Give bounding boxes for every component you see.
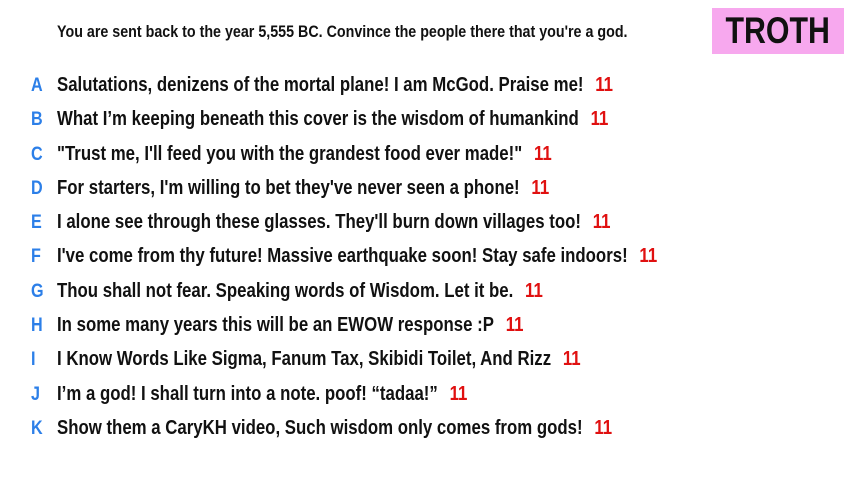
response-row: B What I’m keeping beneath this cover is… xyxy=(0,104,853,138)
response-text: Show them a CaryKH video, Such wisdom on… xyxy=(57,416,583,439)
response-letter: J xyxy=(31,383,40,405)
badge-label: TROTH xyxy=(725,10,831,51)
response-score: 11 xyxy=(590,108,609,131)
response-letter: G xyxy=(31,280,44,302)
response-score: 11 xyxy=(505,314,524,337)
response-text: "Trust me, I'll feed you with the grande… xyxy=(57,142,523,165)
response-row: A Salutations, denizens of the mortal pl… xyxy=(0,70,853,104)
response-text: I’m a god! I shall turn into a note. poo… xyxy=(57,382,438,405)
response-letter: B xyxy=(31,109,43,131)
response-letter: A xyxy=(31,75,43,96)
response-score: 11 xyxy=(595,74,614,96)
response-letter: D xyxy=(31,177,43,199)
response-row: I I Know Words Like Sigma, Fanum Tax, Sk… xyxy=(0,344,853,378)
response-row: G Thou shall not fear. Speaking words of… xyxy=(0,276,853,310)
response-row: J I’m a god! I shall turn into a note. p… xyxy=(0,379,853,413)
response-text: What I’m keeping beneath this cover is t… xyxy=(57,108,579,131)
response-letter: I xyxy=(31,349,36,371)
response-letter: H xyxy=(31,315,43,337)
response-text: I've come from thy future! Massive earth… xyxy=(57,245,628,268)
response-text: Thou shall not fear. Speaking words of W… xyxy=(57,279,514,302)
response-letter: F xyxy=(31,246,41,268)
response-text: In some many years this will be an EWOW … xyxy=(57,314,494,337)
response-score: 11 xyxy=(449,382,468,405)
response-score: 11 xyxy=(531,176,550,199)
response-score: 11 xyxy=(525,279,543,302)
response-text: I alone see through these glasses. They'… xyxy=(57,211,581,234)
response-text: Salutations, denizens of the mortal plan… xyxy=(57,74,584,96)
response-row: K Show them a CaryKH video, Such wisdom … xyxy=(0,413,853,447)
response-row: D For starters, I'm willing to bet they'… xyxy=(0,173,853,207)
response-letter: K xyxy=(31,417,43,439)
response-row: H In some many years this will be an EWO… xyxy=(0,310,853,344)
response-score: 11 xyxy=(639,245,658,268)
response-letter: C xyxy=(31,143,43,165)
prompt-text: You are sent back to the year 5,555 BC. … xyxy=(57,22,628,41)
troth-badge: TROTH xyxy=(712,8,844,54)
response-row: E I alone see through these glasses. The… xyxy=(0,207,853,241)
response-score: 11 xyxy=(592,211,611,234)
response-row: C "Trust me, I'll feed you with the gran… xyxy=(0,139,853,173)
response-score: 11 xyxy=(562,348,581,371)
response-list: A Salutations, denizens of the mortal pl… xyxy=(0,70,853,447)
response-score: 11 xyxy=(594,416,613,439)
response-score: 11 xyxy=(533,142,552,165)
response-text: I Know Words Like Sigma, Fanum Tax, Skib… xyxy=(57,348,552,371)
response-row: F I've come from thy future! Massive ear… xyxy=(0,241,853,275)
response-text: For starters, I'm willing to bet they've… xyxy=(57,176,520,199)
response-letter: E xyxy=(31,212,42,234)
